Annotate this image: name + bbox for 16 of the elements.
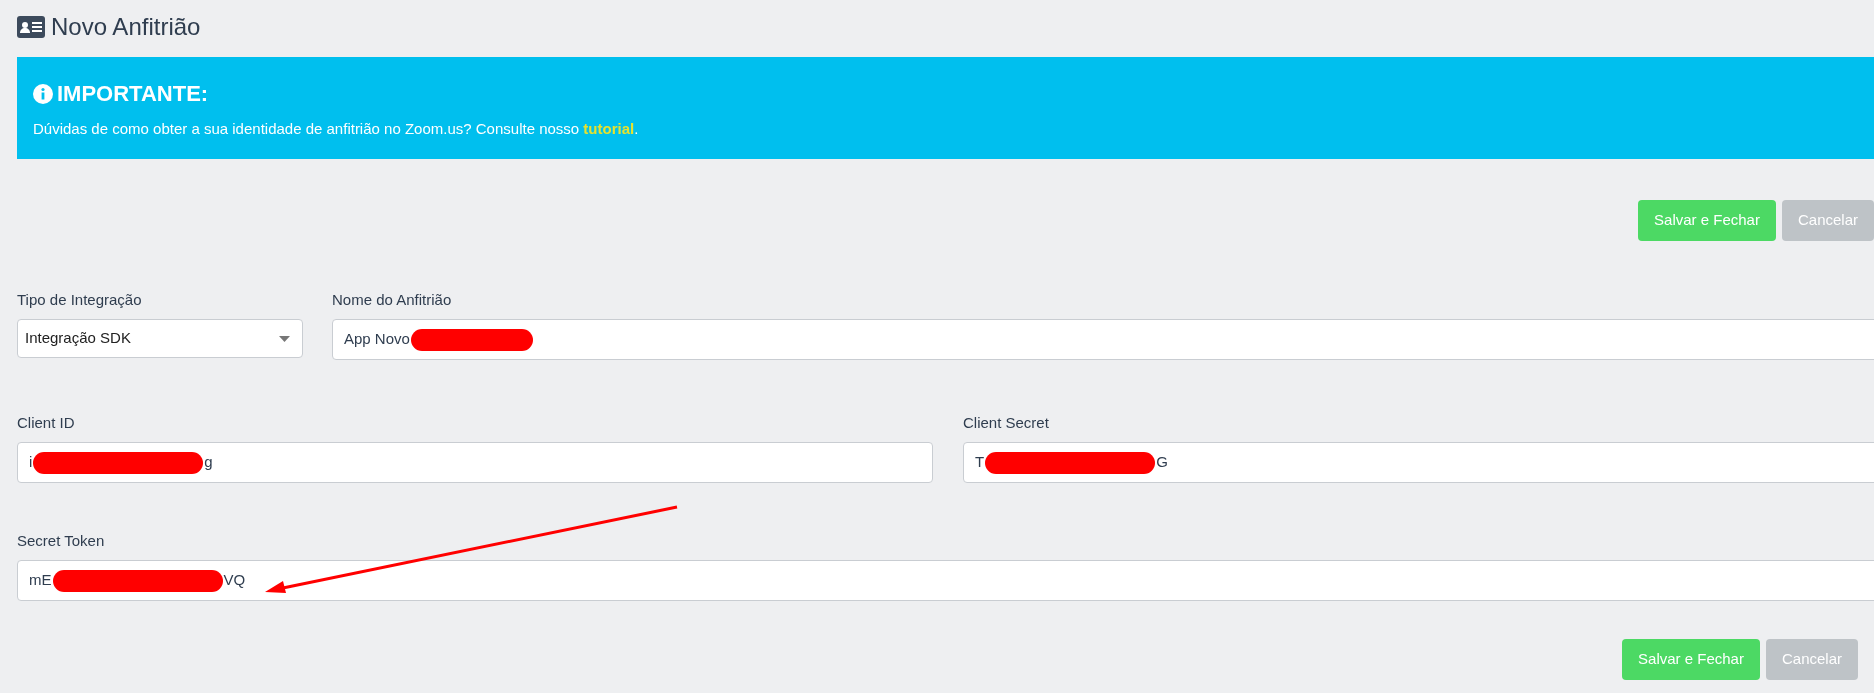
field-label: Nome do Anfitrião bbox=[332, 290, 453, 310]
input-field[interactable]: T G bbox=[963, 442, 1874, 483]
alert-heading: IMPORTANTE: bbox=[57, 80, 209, 108]
field-label: Secret Token bbox=[17, 531, 106, 551]
select-field[interactable]: Integração SDK bbox=[17, 319, 303, 358]
field-label: Tipo de Integração bbox=[17, 290, 143, 310]
input-field[interactable]: mE VQ bbox=[17, 560, 1874, 601]
field-label: Client ID bbox=[17, 413, 76, 433]
page-title: Novo Anfitrião bbox=[51, 12, 201, 42]
input-field[interactable]: i g bbox=[17, 442, 933, 483]
alert-message: Dúvidas de como obter a sua identidade de anfitrião no Zoom.us? Consulte nosso tutorial. bbox=[33, 119, 640, 139]
info-icon bbox=[33, 83, 53, 104]
id-card-icon bbox=[17, 16, 45, 38]
field-label: Client Secret bbox=[963, 413, 1050, 433]
caret-icon bbox=[279, 335, 290, 342]
input-field[interactable]: App Novo bbox=[332, 319, 1874, 360]
